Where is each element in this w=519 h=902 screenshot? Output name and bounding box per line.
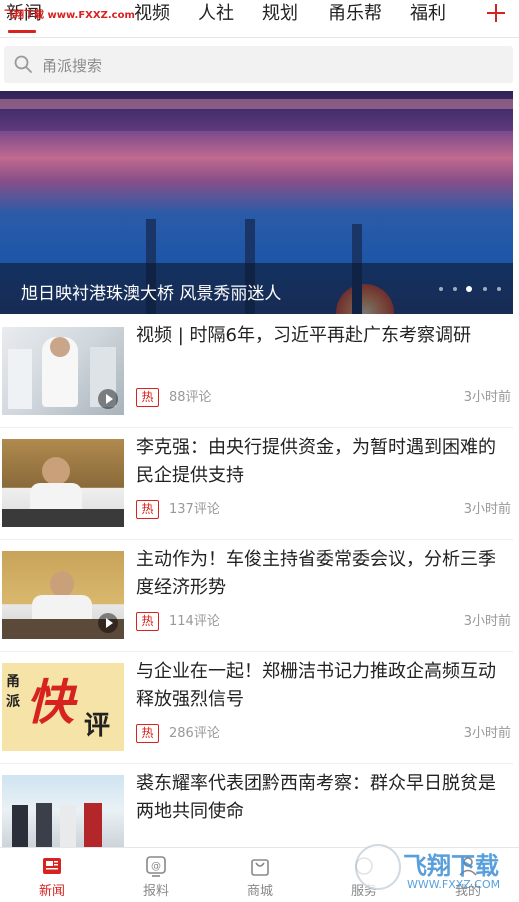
watermark-url: WWW.FXXZ.COM bbox=[407, 878, 501, 891]
nav-shop[interactable]: 商城 bbox=[208, 848, 312, 902]
banner-caption[interactable]: 旭日映衬港珠澳大桥 风景秀丽迷人 bbox=[21, 279, 281, 304]
shopping-bag-icon bbox=[251, 859, 269, 876]
news-item[interactable]: 主动作为！车俊主持省委常委会议，分析三季度经济形势 热 114评论 3小时前 bbox=[0, 540, 513, 652]
report-icon: @ bbox=[146, 856, 166, 877]
banner-sky bbox=[0, 91, 513, 131]
publish-time: 3小时前 bbox=[463, 614, 511, 629]
publish-time: 3小时前 bbox=[463, 502, 511, 517]
watermark-logo: 飞翔下载 WWW.FXXZ.COM bbox=[355, 840, 515, 900]
news-thumbnail bbox=[2, 775, 124, 848]
news-item[interactable]: 视频 | 时隔6年，习近平再赴广东考察调研 热 88评论 3小时前 bbox=[0, 316, 513, 428]
news-thumbnail bbox=[2, 327, 124, 415]
news-title: 裘东耀率代表团黔西南考察：群众早日脱贫是两地共同使命 bbox=[136, 773, 496, 822]
thumb-big-text: 快 bbox=[26, 675, 75, 731]
hot-badge: 热 bbox=[136, 500, 159, 519]
search-icon bbox=[14, 55, 32, 73]
comment-count: 114评论 bbox=[169, 614, 220, 629]
news-item[interactable]: 裘东耀率代表团黔西南考察：群众早日脱贫是两地共同使命 bbox=[0, 764, 513, 848]
banner-caption-bar: 旭日映衬港珠澳大桥 风景秀丽迷人 bbox=[0, 263, 513, 314]
watermark-icon bbox=[355, 844, 401, 890]
hot-badge: 热 bbox=[136, 612, 159, 631]
banner-carousel[interactable]: 旭日映衬港珠澳大桥 风景秀丽迷人 bbox=[0, 91, 513, 314]
watermark-text: 飞翔下载 www.FXXZ.com bbox=[4, 10, 135, 21]
watermark-text: 飞翔下载 bbox=[403, 852, 499, 880]
tab-video[interactable]: 视频 bbox=[134, 2, 170, 26]
tab-welfare[interactable]: 福利 bbox=[410, 2, 446, 26]
thumb-label: 甬 bbox=[6, 674, 20, 690]
carousel-dot bbox=[497, 287, 501, 291]
search-input[interactable]: 甬派搜索 bbox=[42, 55, 102, 76]
carousel-dot bbox=[483, 287, 487, 291]
newspaper-icon bbox=[43, 858, 61, 874]
nav-label: 报料 bbox=[142, 884, 169, 899]
news-thumbnail bbox=[2, 551, 124, 639]
nav-label: 新闻 bbox=[38, 884, 65, 899]
news-title: 与企业在一起！郑栅洁书记力推政企高频互动释放强烈信号 bbox=[136, 661, 496, 710]
thumb-small-text: 评 bbox=[84, 711, 111, 741]
carousel-dot bbox=[439, 287, 443, 291]
publish-time: 3小时前 bbox=[463, 726, 511, 741]
add-channel-button[interactable] bbox=[483, 0, 509, 28]
tab-yonglebang[interactable]: 甬乐帮 bbox=[328, 2, 382, 26]
news-item[interactable]: 甬 派 快 评 与企业在一起！郑栅洁书记力推政企高频互动释放强烈信号 热 286… bbox=[0, 652, 513, 764]
news-item[interactable]: 李克强：由央行提供资金，为暂时遇到困难的民企提供支持 热 137评论 3小时前 bbox=[0, 428, 513, 540]
news-thumbnail bbox=[2, 439, 124, 527]
news-thumbnail: 甬 派 快 评 bbox=[2, 663, 124, 751]
play-icon bbox=[98, 389, 118, 409]
thumb-label: 派 bbox=[6, 694, 20, 710]
comment-count: 88评论 bbox=[169, 390, 212, 405]
comment-count: 286评论 bbox=[169, 726, 220, 741]
comment-count: 137评论 bbox=[169, 502, 220, 517]
news-title: 视频 | 时隔6年，习近平再赴广东考察调研 bbox=[136, 325, 471, 346]
play-icon bbox=[98, 613, 118, 633]
nav-report[interactable]: @ 报料 bbox=[104, 848, 208, 902]
hot-badge: 热 bbox=[136, 388, 159, 407]
news-title: 主动作为！车俊主持省委常委会议，分析三季度经济形势 bbox=[136, 549, 496, 598]
tab-planning[interactable]: 规划 bbox=[262, 2, 298, 26]
hot-badge: 热 bbox=[136, 724, 159, 743]
carousel-dot bbox=[453, 287, 457, 291]
active-tab-indicator bbox=[8, 30, 36, 33]
carousel-dot-active bbox=[466, 286, 472, 292]
nav-news[interactable]: 新闻 bbox=[0, 848, 104, 902]
svg-text:@: @ bbox=[151, 861, 161, 872]
nav-label: 商城 bbox=[246, 884, 273, 899]
tab-social[interactable]: 人社 bbox=[198, 2, 234, 26]
search-bar[interactable]: 甬派搜索 bbox=[4, 46, 513, 83]
news-title: 李克强：由央行提供资金，为暂时遇到困难的民企提供支持 bbox=[136, 437, 496, 486]
channel-bar: 新闻 飞翔下载 www.FXXZ.com 视频 人社 规划 甬乐帮 福利 bbox=[0, 0, 519, 38]
banner-cloud bbox=[0, 99, 513, 109]
publish-time: 3小时前 bbox=[463, 390, 511, 405]
